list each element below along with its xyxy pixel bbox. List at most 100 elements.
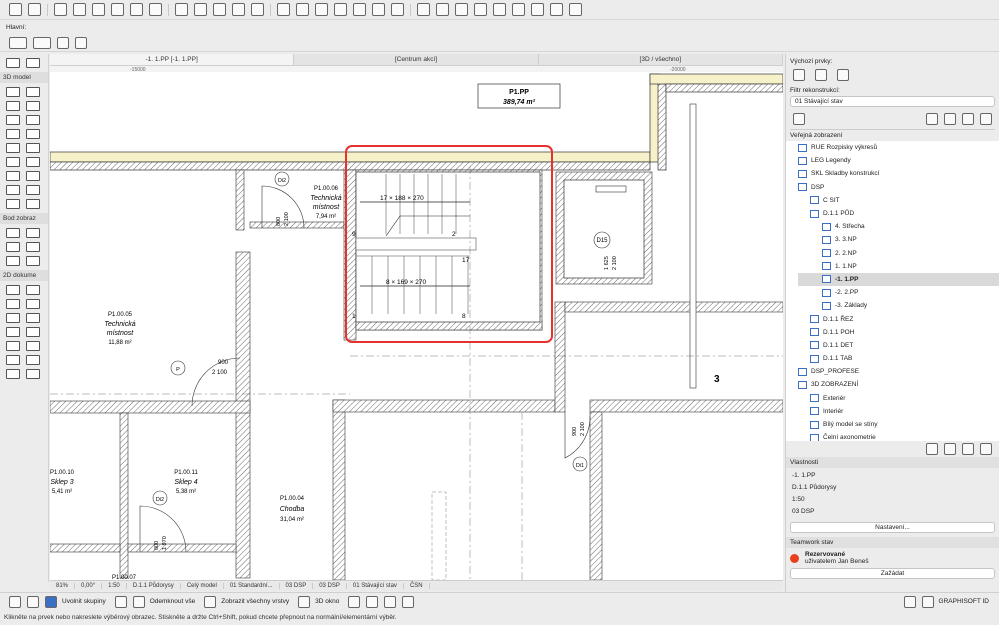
window-3d-button[interactable]: 3D okno [315,598,339,605]
tree-item[interactable]: LEG Legendy [798,154,999,167]
figure-icon[interactable] [6,369,20,379]
tree-item[interactable]: 3. 3.NP [798,233,999,246]
undo-icon[interactable] [9,3,22,16]
trace-icon[interactable] [366,595,379,608]
guide-icon[interactable] [149,3,162,16]
tree-item[interactable]: D.1.1 POH [798,326,999,339]
object-icon[interactable] [6,171,20,181]
tree-item[interactable]: Exteriér [798,392,999,405]
tree-item[interactable]: RUE Rozpisky výkresů [798,141,999,154]
default-wall-icon[interactable] [793,69,805,81]
ungroup-icon[interactable] [45,595,57,608]
window-tool-icon[interactable] [6,157,20,167]
tree-item[interactable]: D.1.1 DET [798,339,999,352]
camera-icon[interactable] [26,256,40,266]
measure-icon[interactable] [402,595,415,608]
section-3d-model[interactable]: 3D model [0,72,48,83]
wall-icon[interactable] [6,87,20,97]
curtain-wall-icon[interactable] [6,143,20,153]
elevation-tool-icon[interactable] [26,228,40,238]
show-layers-button[interactable]: Zobrazit všechny vrstvy [221,598,289,605]
sync-icon[interactable] [531,3,544,16]
shell-icon[interactable] [26,115,40,125]
tree-item[interactable]: SKL Skladby konstrukcí [798,167,999,180]
view-settings-icon[interactable] [980,443,992,455]
tree-item[interactable]: D.1.1 ŘEZ [798,312,999,325]
status-field[interactable]: 81% [50,583,76,589]
level-dim-icon[interactable] [26,285,40,295]
detail-icon[interactable] [493,3,506,16]
detail-tool-icon[interactable] [6,256,20,266]
teamwork-header[interactable]: Teamwork stav [786,537,999,548]
view-map-icon[interactable] [944,113,956,125]
rotate-icon[interactable] [296,3,309,16]
skylight-icon[interactable] [26,157,40,167]
elevation-icon[interactable] [474,3,487,16]
navigator-icon[interactable] [793,113,805,125]
label-icon[interactable] [26,313,40,323]
marquee-icon[interactable] [33,36,51,49]
view-icon[interactable] [175,3,188,16]
gear-icon[interactable] [569,3,582,16]
tab-floorplan[interactable]: -1. 1.PP [-1. 1.PP] [50,54,295,65]
column-icon[interactable] [26,87,40,97]
tree-item[interactable]: DSP_PROFESE [798,365,999,378]
align-icon[interactable] [391,3,404,16]
tree-item[interactable]: Čelní axonometrie [798,431,999,441]
lock-icon[interactable] [194,3,207,16]
railing-icon[interactable] [26,129,40,139]
tree-item[interactable]: -1. 1.PP [798,272,999,287]
new-view-icon[interactable] [926,443,938,455]
status-field[interactable]: 03 DSP [280,583,314,589]
folder-icon[interactable] [962,443,974,455]
tab-3d[interactable]: [3D / všechno] [539,54,783,65]
clone-view-icon[interactable] [944,443,956,455]
section-2d-docs[interactable]: 2D dokume [0,270,48,281]
section-icon[interactable] [455,3,468,16]
circle-icon[interactable] [6,341,20,351]
settings-button[interactable]: Nastavení... [790,522,995,533]
interior-elev-icon[interactable] [6,242,20,252]
suspend-icon[interactable] [114,595,127,608]
request-button[interactable]: Zažádat [790,568,995,579]
arrow-select-icon[interactable] [9,36,27,49]
tree-item[interactable]: -3. Základy [798,299,999,312]
mesh-icon[interactable] [26,185,40,195]
marquee-tool-icon[interactable] [26,58,40,68]
compare-icon[interactable] [384,595,397,608]
opening-icon[interactable] [26,199,40,209]
tree-item[interactable]: D.1.1 PŮD [798,207,999,220]
filter-select[interactable]: 01 Stávající stav [790,96,995,107]
magic-wand-icon[interactable] [92,3,105,16]
pick-icon[interactable] [54,3,67,16]
roof-icon[interactable] [6,115,20,125]
tree-item[interactable]: D.1.1 TAB [798,352,999,365]
window-icon[interactable] [436,3,449,16]
layers-icon[interactable] [204,595,217,608]
ungroup-button[interactable]: Uvolnit skupiny [62,598,106,605]
model-icon[interactable] [348,595,361,608]
spline-icon[interactable] [6,355,20,365]
stretch-icon[interactable] [372,3,385,16]
section-tool-icon[interactable] [6,228,20,238]
floor-plan-canvas[interactable]: -15000 -20000 P1.PP 389,74 m² 17 × 188 ×… [50,66,783,580]
door-icon[interactable] [417,3,430,16]
grid-snap-icon[interactable] [9,595,21,608]
default-slab-icon[interactable] [815,69,827,81]
cube-icon[interactable] [251,3,264,16]
tree-item[interactable]: 4. Střecha [798,220,999,233]
snap-icon[interactable] [130,3,143,16]
default-stair-icon[interactable] [837,69,849,81]
split-icon[interactable] [334,3,347,16]
lamp-icon[interactable] [26,171,40,181]
arrow-tool-icon[interactable] [6,58,20,68]
sun-icon[interactable] [550,3,563,16]
properties-header[interactable]: Vlastnosti [786,457,999,468]
status-field[interactable]: ČSN [404,583,430,589]
tree-item[interactable]: Interiér [798,405,999,418]
status-field[interactable]: D.1.1 Půdorysy [127,583,181,589]
status-field[interactable]: 03 DSP [313,583,347,589]
radial-dim-icon[interactable] [6,299,20,309]
line-tool-icon[interactable] [111,3,124,16]
trim-icon[interactable] [353,3,366,16]
